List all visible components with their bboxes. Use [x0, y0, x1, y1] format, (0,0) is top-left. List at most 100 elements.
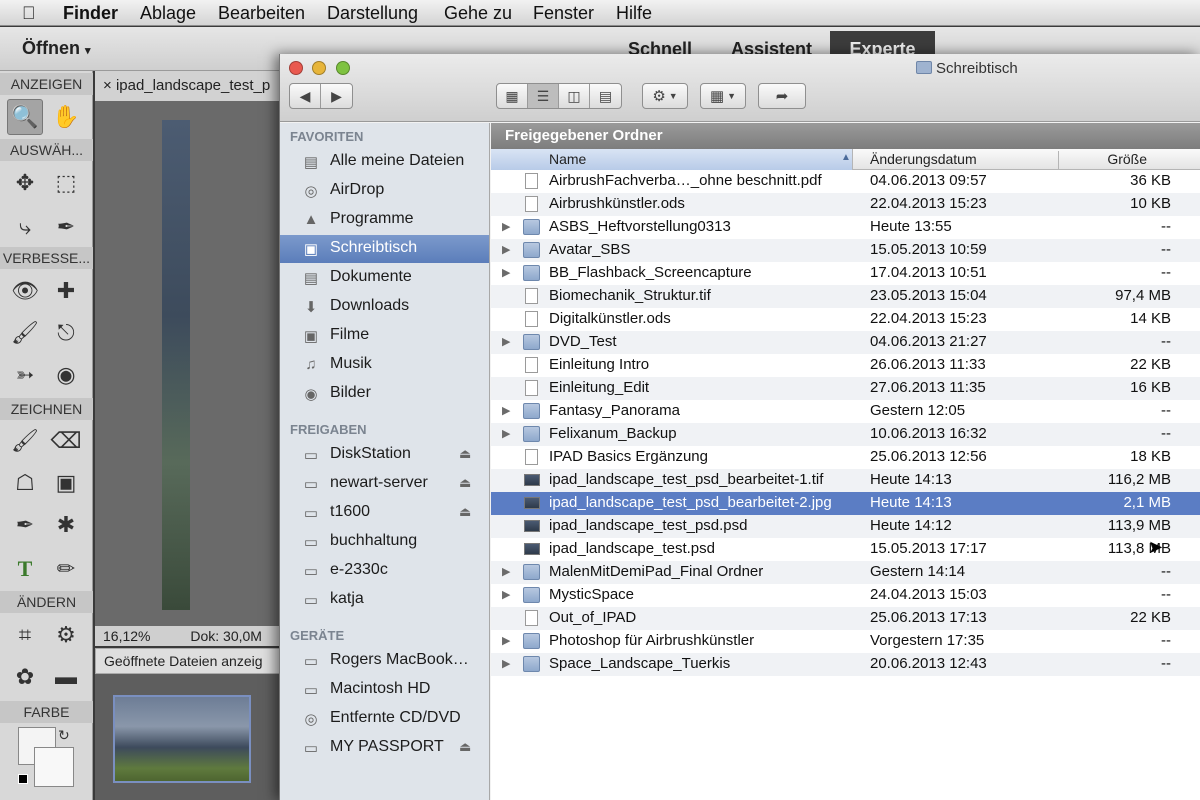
brush-tool-icon[interactable]: 🖌: [7, 423, 43, 459]
table-row[interactable]: IPAD Basics Ergänzung 25.06.2013 12:56 18 …: [491, 446, 1200, 469]
custom-shape-icon[interactable]: ✱: [48, 507, 84, 543]
disclosure-triangle-icon[interactable]: ▶: [502, 588, 510, 601]
sponge-tool-icon[interactable]: ◉: [48, 357, 84, 393]
table-row[interactable]: ▶ MalenMitDemiPad_Final Ordner Gestern 14:…: [491, 561, 1200, 584]
list-view-icon[interactable]: ☰: [528, 84, 559, 108]
table-row[interactable]: ▶ DVD_Test 04.06.2013 21:27 --: [491, 331, 1200, 354]
table-row[interactable]: ▶ Fantasy_Panorama Gestern 12:05 --: [491, 400, 1200, 423]
icon-view-icon[interactable]: ▦: [497, 84, 528, 108]
sidebar-item-macbook[interactable]: ▭ Rogers MacBook…: [280, 647, 489, 675]
sidebar-item-downloads[interactable]: ⬇ Downloads: [280, 293, 489, 321]
apple-icon[interactable]: : [22, 3, 36, 24]
sidebar-item-buchhaltung[interactable]: ▭ buchhaltung: [280, 528, 489, 556]
document-tab[interactable]: × ipad_landscape_test_p: [95, 71, 285, 101]
smart-brush-icon[interactable]: 🖌: [7, 315, 43, 351]
swap-colors-icon[interactable]: ↻: [58, 727, 70, 744]
menu-fenster[interactable]: Fenster: [533, 3, 594, 24]
content-aware-move-icon[interactable]: ✿: [7, 659, 43, 695]
clone-stamp-icon[interactable]: ⎋: [48, 315, 84, 351]
close-window-button[interactable]: [289, 61, 303, 75]
back-arrow-icon[interactable]: ◀: [290, 84, 321, 108]
disclosure-triangle-icon[interactable]: ▶: [502, 335, 510, 348]
action-menu-button[interactable]: ⚙ ▼: [642, 83, 688, 109]
quick-selection-icon[interactable]: ✒: [48, 209, 84, 245]
straighten-tool-icon[interactable]: ▬: [48, 659, 84, 695]
sidebar-item-katja[interactable]: ▭ katja: [280, 586, 489, 614]
sidebar-item-my-passport[interactable]: ▭ MY PASSPORT ⏏: [280, 734, 489, 762]
table-row[interactable]: Airbrushkünstler.ods 22.04.2013 15:23 10 K…: [491, 193, 1200, 216]
paint-bucket-icon[interactable]: ☖: [7, 465, 43, 501]
disclosure-triangle-icon[interactable]: ▶: [502, 427, 510, 440]
disclosure-triangle-icon[interactable]: ▶: [502, 243, 510, 256]
table-row[interactable]: ▶ Photoshop für Airbrushkünstler Vorgester…: [491, 630, 1200, 653]
view-mode-switcher[interactable]: ▦ ☰ ◫ ▤: [496, 83, 622, 109]
sidebar-item-bilder[interactable]: ◉ Bilder: [280, 380, 489, 408]
table-row[interactable]: ipad_landscape_test_psd_bearbeitet-1.tif…: [491, 469, 1200, 492]
disclosure-triangle-icon[interactable]: ▶: [502, 634, 510, 647]
open-files-dropdown[interactable]: Geöffnete Dateien anzeig: [95, 648, 285, 674]
sidebar-item-schreibtisch[interactable]: ▣ Schreibtisch: [280, 235, 489, 263]
sidebar-item-alle-dateien[interactable]: ▤ Alle meine Dateien: [280, 148, 489, 176]
table-row[interactable]: ▶ Space_Landscape_Tuerkis 20.06.2013 12:43…: [491, 653, 1200, 676]
disclosure-triangle-icon[interactable]: ▶: [502, 266, 510, 279]
close-tab-icon[interactable]: ×: [103, 77, 112, 94]
table-row[interactable]: ▶ Avatar_SBS 15.05.2013 10:59 --: [491, 239, 1200, 262]
healing-brush-icon[interactable]: ✚: [48, 273, 84, 309]
menu-hilfe[interactable]: Hilfe: [616, 3, 652, 24]
menu-gehe-zu[interactable]: Gehe zu: [444, 3, 512, 24]
sidebar-item-remote-disc[interactable]: ◎ Entfernte CD/DVD: [280, 705, 489, 733]
hand-tool-icon[interactable]: ✋: [48, 99, 84, 135]
column-date[interactable]: Änderungsdatum: [859, 151, 1059, 172]
table-row[interactable]: ▶ BB_Flashback_Screencapture 17.04.2013 10…: [491, 262, 1200, 285]
eraser-tool-icon[interactable]: ⌫: [48, 423, 84, 459]
menu-darstellung[interactable]: Darstellung: [327, 3, 418, 24]
table-row[interactable]: AirbrushFachverba…_ohne beschnitt.pdf 04.…: [491, 170, 1200, 193]
sidebar-item-musik[interactable]: ♫ Musik: [280, 351, 489, 379]
table-row[interactable]: ipad_landscape_test.psd 15.05.2013 17:17 1…: [491, 538, 1200, 561]
eject-icon[interactable]: ⏏: [459, 504, 471, 520]
eject-icon[interactable]: ⏏: [459, 739, 471, 755]
sidebar-item-newart-server[interactable]: ▭ newart-server ⏏: [280, 470, 489, 498]
table-row[interactable]: ▶ MysticSpace 24.04.2013 15:03 --: [491, 584, 1200, 607]
table-row[interactable]: Einleitung Intro 26.06.2013 11:33 22 KB: [491, 354, 1200, 377]
disclosure-triangle-icon[interactable]: ▶: [502, 404, 510, 417]
menu-bearbeiten[interactable]: Bearbeiten: [218, 3, 305, 24]
disclosure-triangle-icon[interactable]: ▶: [502, 565, 510, 578]
column-name[interactable]: Name ▲: [491, 149, 853, 170]
sidebar-item-dokumente[interactable]: ▤ Dokumente: [280, 264, 489, 292]
eject-icon[interactable]: ⏏: [459, 475, 471, 491]
zoom-level[interactable]: 16,12%: [103, 628, 150, 644]
table-row[interactable]: ▶ Felixanum_Backup 10.06.2013 16:32 --: [491, 423, 1200, 446]
table-row[interactable]: ▶ ASBS_Heftvorstellung0313 Heute 13:55 --: [491, 216, 1200, 239]
cover-flow-icon[interactable]: ▤: [590, 84, 621, 108]
pencil-tool-icon[interactable]: ✏: [48, 551, 84, 587]
table-row[interactable]: Out_of_IPAD 25.06.2013 17:13 22 KB: [491, 607, 1200, 630]
table-row[interactable]: Einleitung_Edit 27.06.2013 11:35 16 KB: [491, 377, 1200, 400]
eject-icon[interactable]: ⏏: [459, 446, 471, 462]
crop-tool-icon[interactable]: ⌗: [7, 617, 43, 653]
disclosure-triangle-icon[interactable]: ▶: [502, 657, 510, 670]
canvas-area[interactable]: [95, 101, 285, 626]
sidebar-item-programme[interactable]: ▲ Programme: [280, 206, 489, 234]
share-button[interactable]: ➦: [758, 83, 806, 109]
marquee-tool-icon[interactable]: ⬚: [48, 165, 84, 201]
zoom-tool-icon[interactable]: 🔍: [7, 99, 43, 135]
back-forward-buttons[interactable]: ◀ ▶: [289, 83, 353, 109]
gradient-tool-icon[interactable]: ▣: [48, 465, 84, 501]
column-size[interactable]: Größe: [1071, 151, 1171, 167]
menu-ablage[interactable]: Ablage: [140, 3, 196, 24]
red-eye-icon[interactable]: 👁: [7, 273, 43, 309]
open-button[interactable]: Öffnen ▾: [22, 38, 91, 59]
sidebar-item-filme[interactable]: ▣ Filme: [280, 322, 489, 350]
column-view-icon[interactable]: ◫: [559, 84, 590, 108]
sidebar-item-airdrop[interactable]: ◎ AirDrop: [280, 177, 489, 205]
table-row[interactable]: Digitalkünstler.ods 22.04.2013 15:23 14 KB: [491, 308, 1200, 331]
sidebar-item-e-2330c[interactable]: ▭ e-2330c: [280, 557, 489, 585]
type-tool-icon[interactable]: T: [7, 551, 43, 587]
sidebar-item-macintosh-hd[interactable]: ▭ Macintosh HD: [280, 676, 489, 704]
menu-app[interactable]: Finder: [63, 3, 118, 24]
background-color-swatch[interactable]: [34, 747, 74, 787]
default-colors-icon[interactable]: [18, 774, 28, 784]
table-row[interactable]: ipad_landscape_test_psd.psd Heute 14:12 11…: [491, 515, 1200, 538]
disclosure-triangle-icon[interactable]: ▶: [502, 220, 510, 233]
